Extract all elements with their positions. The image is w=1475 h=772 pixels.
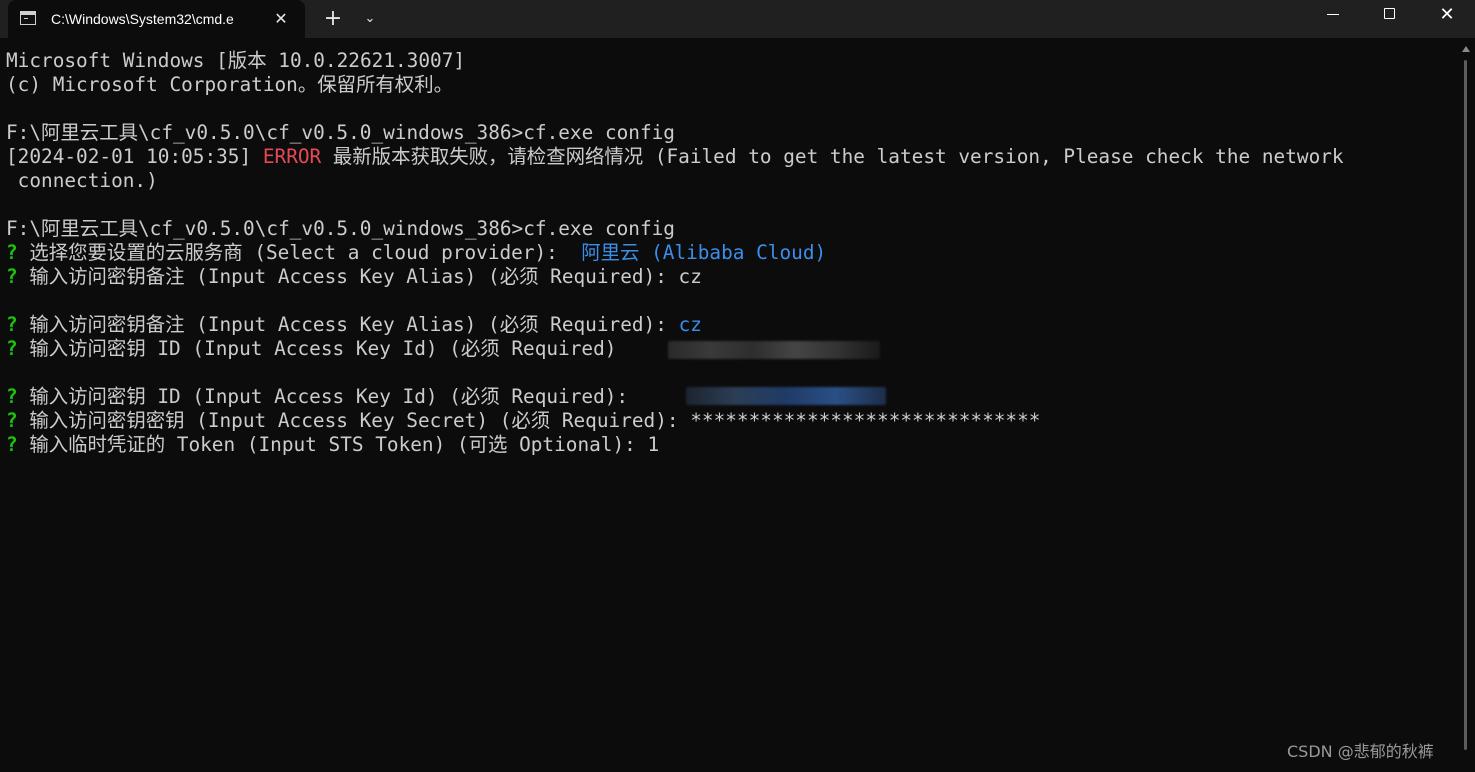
redacted-key-id-input (668, 341, 880, 359)
question-mark-icon: ? (6, 313, 18, 336)
question-label: 输入访问密钥 ID (Input Access Key Id) (必须 Requ… (17, 337, 617, 360)
maximize-icon (1384, 8, 1395, 19)
error-timestamp: [2024-02-01 10:05:35] (6, 145, 263, 168)
question-label: 输入访问密钥密钥 (Input Access Key Secret) (必须 R… (17, 409, 1041, 432)
question-mark-icon: ? (6, 337, 18, 360)
watermark: CSDN @悲郁的秋裤 (1287, 742, 1434, 761)
question-mark-icon: ? (6, 265, 18, 288)
command-prompt-line: F:\阿里云工具\cf_v0.5.0\cf_v0.5.0_windows_386… (6, 217, 675, 240)
banner-line-version: Microsoft Windows [版本 10.0.22621.3007] (6, 49, 466, 72)
question-mark-icon: ? (6, 433, 18, 456)
scroll-up-icon[interactable] (1462, 46, 1470, 52)
minimize-icon (1327, 14, 1339, 15)
question-label: 选择您要设置的云服务商 (Select a cloud provider): (17, 241, 582, 264)
redacted-key-id-value (686, 387, 886, 405)
answer-value: cz (678, 313, 702, 336)
error-line: [2024-02-01 10:05:35] ERROR 最新版本获取失败，请检查… (6, 145, 1344, 169)
title-bar: C:\Windows\System32\cmd.e ✕ + ⌄ ✕ (0, 0, 1475, 38)
cmd-icon (20, 11, 36, 25)
tab-title: C:\Windows\System32\cmd.e (51, 11, 234, 27)
close-icon: ✕ (1439, 4, 1455, 25)
question-label: 输入访问密钥备注 (Input Access Key Alias) (必须 Re… (17, 313, 679, 336)
question-key-alias-answered: ? 输入访问密钥备注 (Input Access Key Alias) (必须 … (6, 313, 702, 337)
terminal-window: C:\Windows\System32\cmd.e ✕ + ⌄ ✕ Micros… (0, 0, 1475, 772)
error-message: 最新版本获取失败，请检查网络情况 (Failed to get the late… (321, 145, 1344, 168)
chevron-down-icon[interactable]: ⌄ (358, 6, 382, 32)
tab-cmd[interactable]: C:\Windows\System32\cmd.e ✕ (8, 0, 305, 38)
maximize-button[interactable] (1361, 0, 1417, 32)
error-tag: ERROR (262, 145, 322, 168)
question-sts-token: ? 输入临时凭证的 Token (Input STS Token) (可选 Op… (6, 433, 659, 457)
question-mark-icon: ? (6, 241, 18, 264)
question-key-alias: ? 输入访问密钥备注 (Input Access Key Alias) (必须 … (6, 265, 702, 289)
question-mark-icon: ? (6, 409, 18, 432)
close-button[interactable]: ✕ (1419, 0, 1475, 32)
question-cloud-provider: ? 选择您要设置的云服务商 (Select a cloud provider):… (6, 241, 826, 265)
question-mark-icon: ? (6, 385, 18, 408)
tab-close-icon[interactable]: ✕ (270, 8, 292, 30)
banner-line-copyright: (c) Microsoft Corporation。保留所有权利。 (6, 73, 453, 96)
question-label: 输入临时凭证的 Token (Input STS Token) (可选 Opti… (17, 433, 660, 456)
question-key-secret: ? 输入访问密钥密钥 (Input Access Key Secret) (必须… (6, 409, 1040, 433)
command-prompt-line: F:\阿里云工具\cf_v0.5.0\cf_v0.5.0_windows_386… (6, 121, 675, 144)
scroll-thumb[interactable] (1464, 60, 1467, 750)
minimize-button[interactable] (1305, 0, 1361, 32)
vertical-scrollbar[interactable] (1457, 38, 1475, 772)
selected-provider: 阿里云 (Alibaba Cloud) (581, 241, 827, 264)
new-tab-button[interactable]: + (320, 6, 346, 32)
question-label: 输入访问密钥 ID (Input Access Key Id) (必须 Requ… (17, 385, 640, 408)
terminal-output[interactable]: Microsoft Windows [版本 10.0.22621.3007] (… (0, 38, 1457, 772)
question-key-id-answered: ? 输入访问密钥 ID (Input Access Key Id) (必须 Re… (6, 385, 640, 409)
question-key-id: ? 输入访问密钥 ID (Input Access Key Id) (必须 Re… (6, 337, 616, 361)
question-label: 输入访问密钥备注 (Input Access Key Alias) (必须 Re… (17, 265, 702, 288)
error-line-continued: connection.) (6, 169, 158, 192)
